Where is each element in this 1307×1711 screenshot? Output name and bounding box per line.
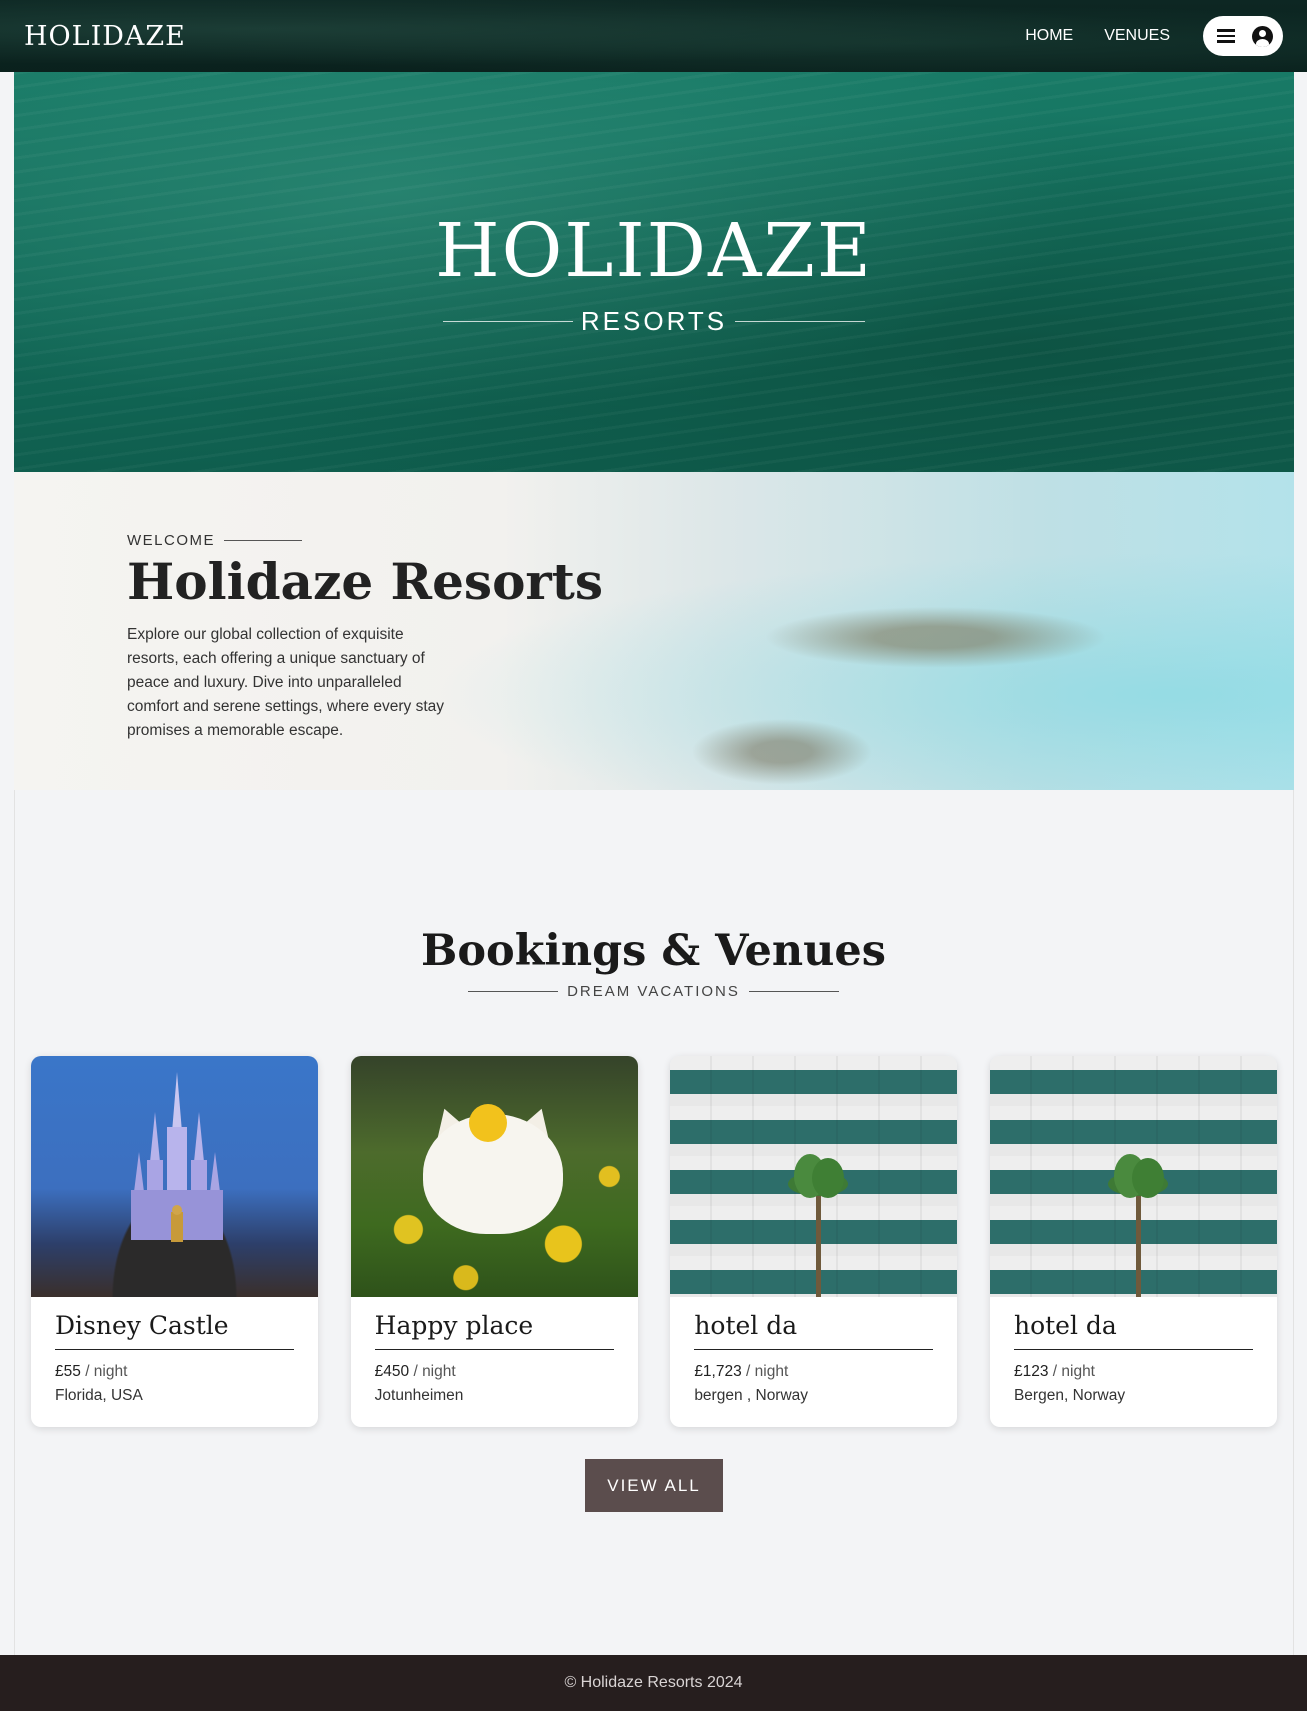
top-navbar: HOLIDAZE HOME VENUES — [0, 0, 1307, 72]
venue-card[interactable]: Disney Castle £55 / night Florida, USA — [31, 1056, 318, 1427]
hero-title: HOLIDAZE — [435, 207, 873, 294]
hero-banner: HOLIDAZE RESORTS — [14, 72, 1294, 472]
hero-subtitle-row: RESORTS — [442, 305, 866, 337]
welcome-section: WELCOME Holidaze Resorts Explore our glo… — [14, 472, 1294, 790]
venue-price-unit: / night — [1052, 1363, 1095, 1380]
venue-price-row: £450 / night — [375, 1360, 614, 1384]
venue-card-body: hotel da £1,723 / night bergen , Norway — [670, 1297, 957, 1408]
venue-card-body: Disney Castle £55 / night Florida, USA — [31, 1297, 318, 1408]
venue-price-unit: / night — [746, 1363, 789, 1380]
nav-home-link[interactable]: HOME — [1025, 27, 1073, 45]
venue-card[interactable]: hotel da £123 / night Bergen, Norway — [989, 1056, 1277, 1427]
venue-name: hotel da — [694, 1311, 934, 1350]
castle-illustration — [131, 1072, 223, 1242]
venue-price-row: £1,723 / night — [694, 1360, 933, 1384]
venue-card-list: Disney Castle £55 / night Florida, USA H… — [31, 1056, 1277, 1427]
venue-image — [31, 1056, 318, 1297]
venue-name: Happy place — [374, 1311, 614, 1350]
account-menu-button[interactable] — [1203, 16, 1283, 56]
venue-location: Bergen, Norway — [1013, 1387, 1126, 1404]
venue-name: hotel da — [1013, 1311, 1253, 1350]
venue-location: bergen , Norway — [694, 1387, 809, 1404]
divider-line — [224, 540, 303, 541]
venue-price: £1,723 — [694, 1363, 742, 1380]
welcome-description: Explore our global collection of exquisi… — [127, 625, 445, 739]
venue-price: £123 — [1013, 1363, 1049, 1380]
venue-card-body: hotel da £123 / night Bergen, Norway — [990, 1297, 1277, 1408]
copyright-text: © Holidaze Resorts 2024 — [564, 1674, 743, 1691]
venue-image — [670, 1056, 958, 1297]
section-subtitle-row: DREAM VACATIONS — [0, 983, 1307, 1000]
hamburger-icon — [1217, 29, 1235, 43]
user-avatar-icon — [1252, 25, 1273, 47]
footer: © Holidaze Resorts 2024 — [0, 1655, 1307, 1711]
divider-line — [468, 991, 559, 993]
venue-price: £55 — [55, 1363, 81, 1380]
flower-illustration — [468, 1104, 507, 1142]
welcome-eyebrow-row: WELCOME — [127, 532, 603, 549]
palm-tree-illustration — [788, 1154, 849, 1297]
venue-location: Florida, USA — [55, 1387, 143, 1404]
welcome-content: WELCOME Holidaze Resorts Explore our glo… — [127, 532, 603, 743]
venues-section-header: Bookings & Venues DREAM VACATIONS — [0, 926, 1307, 1000]
venue-price-unit: / night — [413, 1363, 456, 1380]
venue-price: £450 — [374, 1363, 410, 1380]
nav-venues-link[interactable]: VENUES — [1104, 27, 1170, 45]
venue-location: Jotunheimen — [374, 1387, 464, 1404]
section-subtitle: DREAM VACATIONS — [567, 983, 740, 1001]
page-border-right — [1293, 790, 1294, 1655]
hero-subtitle: RESORTS — [580, 305, 728, 336]
divider-line — [735, 320, 866, 322]
section-title: Bookings & Venues — [420, 926, 886, 976]
palm-tree-illustration — [1107, 1154, 1168, 1297]
welcome-eyebrow: WELCOME — [127, 532, 216, 549]
view-all-button[interactable]: VIEW ALL — [585, 1459, 723, 1512]
venue-card[interactable]: Happy place £450 / night Jotunheimen — [350, 1056, 638, 1427]
venue-image — [350, 1056, 638, 1297]
welcome-title: Holidaze Resorts — [127, 552, 604, 611]
venue-image — [989, 1056, 1277, 1297]
venue-price-unit: / night — [85, 1363, 128, 1380]
divider-line — [748, 991, 839, 993]
venue-name: Disney Castle — [55, 1311, 294, 1350]
venue-card[interactable]: hotel da £1,723 / night bergen , Norway — [670, 1056, 958, 1427]
venue-price-row: £123 / night — [1014, 1360, 1253, 1384]
page-border-left — [14, 790, 15, 1655]
divider-line — [442, 320, 573, 322]
main-nav: HOME VENUES — [1025, 16, 1283, 56]
brand-logo[interactable]: HOLIDAZE — [24, 21, 186, 52]
venue-price-row: £55 / night — [55, 1360, 294, 1384]
venue-card-body: Happy place £450 / night Jotunheimen — [351, 1297, 638, 1408]
